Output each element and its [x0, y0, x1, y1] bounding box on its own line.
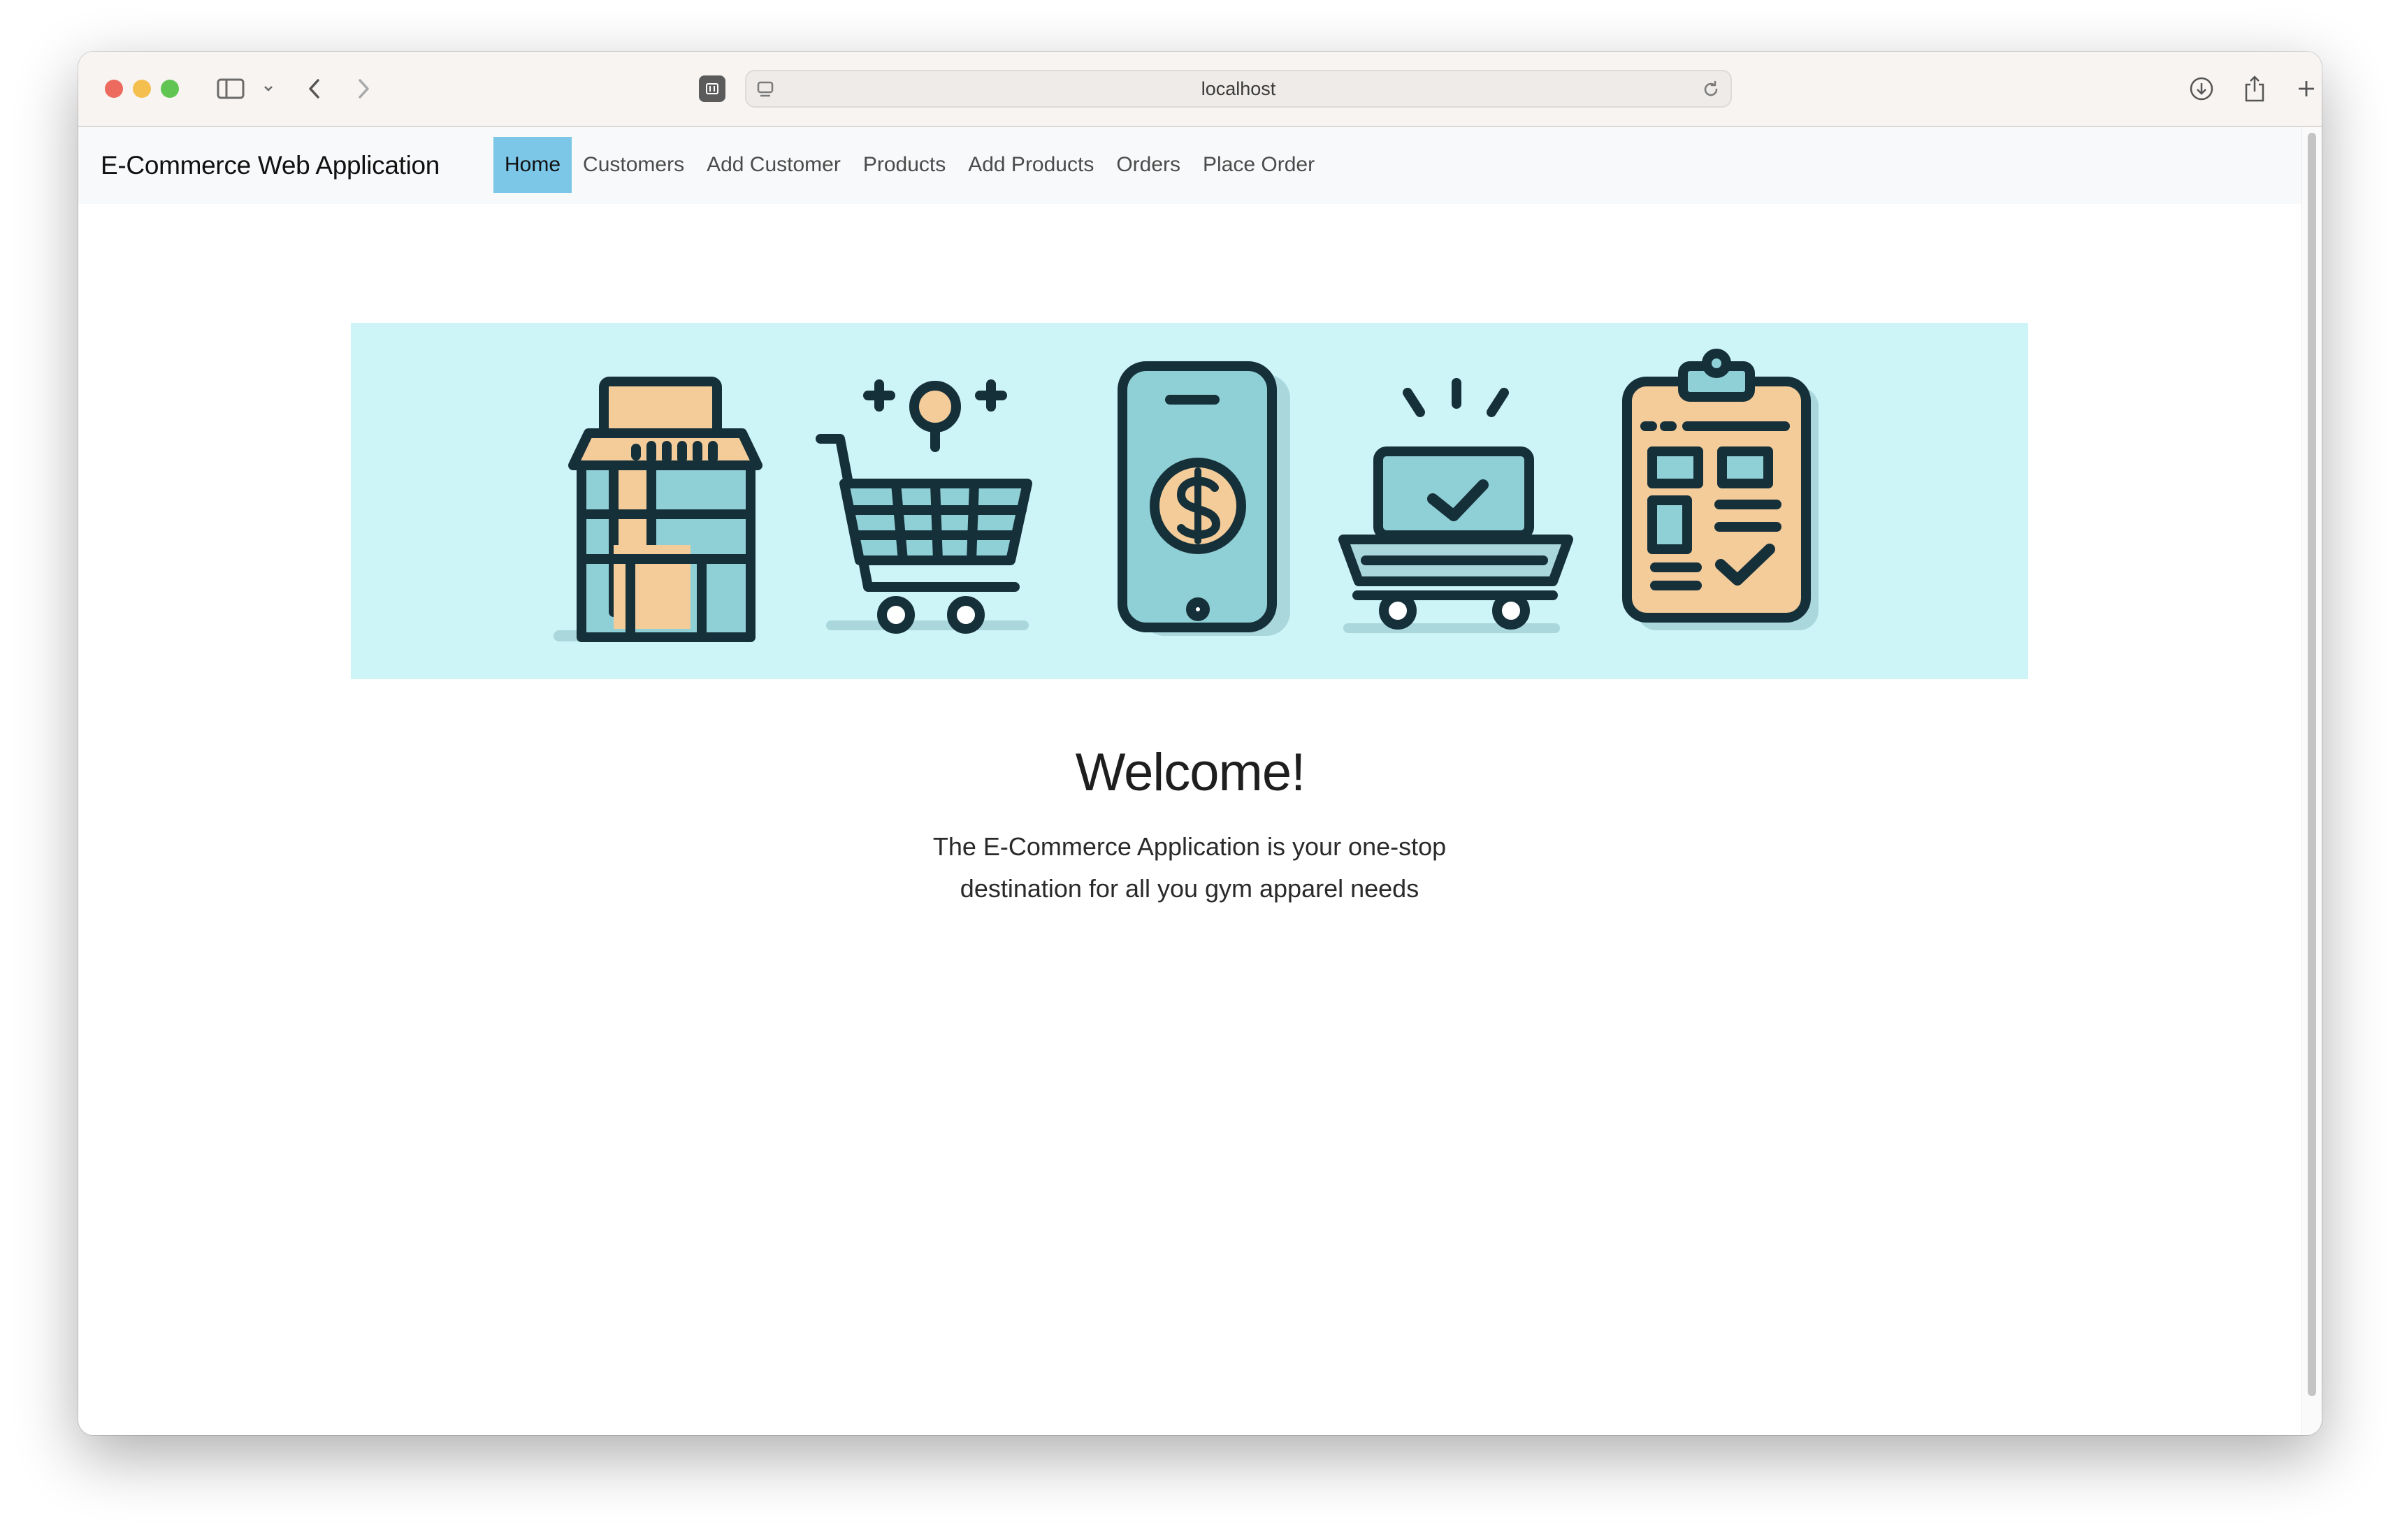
- forward-arrow-icon[interactable]: [349, 70, 377, 108]
- chevron-down-icon[interactable]: [260, 70, 277, 108]
- nav-link-products[interactable]: Products: [852, 137, 957, 193]
- mobile-payment-icon: [1118, 361, 1290, 636]
- order-checklist-icon: [1622, 349, 1819, 630]
- back-arrow-icon[interactable]: [301, 70, 328, 108]
- browser-window: localhost E-Commerce Web Application Hom…: [78, 52, 2322, 1435]
- top-navbar: E-Commerce Web Application Home Customer…: [78, 127, 2302, 204]
- shopping-cart-icon: [816, 379, 1032, 634]
- brand-title[interactable]: E-Commerce Web Application: [101, 127, 440, 204]
- site-favicon-icon[interactable]: [699, 75, 725, 102]
- welcome-description: The E-Commerce Application is your one-s…: [932, 832, 1447, 903]
- close-window-button[interactable]: [105, 80, 123, 98]
- page-viewport: E-Commerce Web Application Home Customer…: [78, 127, 2302, 1435]
- nav-link-customers[interactable]: Customers: [572, 137, 695, 193]
- url-text: localhost: [1201, 78, 1276, 99]
- nav-links: Home Customers Add Customer Products Add…: [493, 137, 1326, 193]
- delivery-cart-icon: [1338, 378, 1573, 633]
- zoom-window-button[interactable]: [161, 80, 179, 98]
- nav-link-add-customer[interactable]: Add Customer: [695, 137, 852, 193]
- share-icon[interactable]: [2239, 70, 2270, 108]
- nav-link-orders[interactable]: Orders: [1105, 137, 1192, 193]
- sidebar-toggle-icon[interactable]: [215, 70, 246, 108]
- storefront-icon: [554, 377, 762, 642]
- vertical-scrollbar[interactable]: [2301, 127, 2322, 1435]
- nav-link-home[interactable]: Home: [493, 137, 572, 193]
- address-bar[interactable]: localhost: [745, 70, 1732, 108]
- page-title: Welcome!: [1075, 743, 1306, 802]
- hero-banner: [351, 323, 2028, 679]
- reload-icon[interactable]: [1701, 80, 1721, 103]
- browser-toolbar: localhost: [78, 52, 2322, 127]
- downloads-icon[interactable]: [2186, 70, 2217, 108]
- new-tab-icon[interactable]: [2292, 70, 2320, 108]
- hero-illustration: [554, 349, 1819, 642]
- minimize-window-button[interactable]: [133, 80, 151, 98]
- nav-link-add-products[interactable]: Add Products: [957, 137, 1105, 193]
- nav-link-place-order[interactable]: Place Order: [1192, 137, 1326, 193]
- scrollbar-thumb[interactable]: [2308, 133, 2316, 1396]
